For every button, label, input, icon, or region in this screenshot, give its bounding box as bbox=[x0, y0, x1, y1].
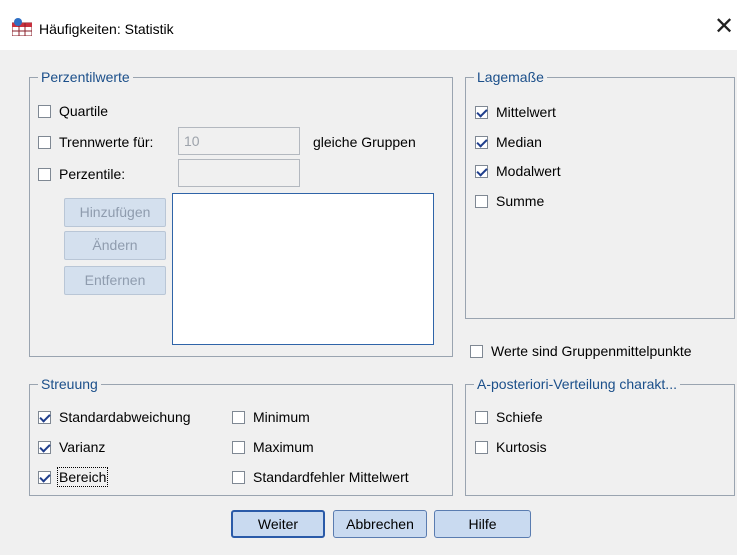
kurtosis-checkbox[interactable]: Kurtosis bbox=[475, 437, 547, 457]
modalwert-label: Modalwert bbox=[496, 163, 561, 179]
minimum-label: Minimum bbox=[253, 409, 310, 425]
maximum-checkbox[interactable]: Maximum bbox=[232, 437, 314, 457]
abbrechen-button[interactable]: Abbrechen bbox=[333, 510, 427, 538]
streuung-legend: Streuung bbox=[38, 376, 101, 392]
entfernen-button[interactable]: Entfernen bbox=[64, 266, 166, 295]
standardabweichung-checkbox-box[interactable] bbox=[38, 410, 51, 424]
weiter-button[interactable]: Weiter bbox=[231, 510, 325, 538]
summe-label: Summe bbox=[496, 193, 545, 209]
verteilung-legend: A-posteriori-Verteilung charakt... bbox=[474, 376, 680, 392]
schiefe-checkbox[interactable]: Schiefe bbox=[475, 407, 543, 427]
standardabweichung-label: Standardabweichung bbox=[59, 409, 191, 425]
varianz-checkbox[interactable]: Varianz bbox=[38, 437, 105, 457]
kurtosis-checkbox-box[interactable] bbox=[475, 440, 488, 454]
title-bar: Häufigkeiten: Statistik ✕ bbox=[0, 0, 737, 50]
standardfehler-label: Standardfehler Mittelwert bbox=[253, 469, 409, 485]
summe-checkbox[interactable]: Summe bbox=[475, 191, 544, 211]
perzentile-checkbox[interactable]: Perzentile: bbox=[38, 164, 125, 184]
schiefe-checkbox-box[interactable] bbox=[475, 410, 488, 424]
mittelwert-label: Mittelwert bbox=[496, 104, 556, 120]
standardfehler-checkbox-box[interactable] bbox=[232, 470, 245, 484]
kurtosis-label: Kurtosis bbox=[496, 439, 547, 455]
maximum-label: Maximum bbox=[253, 439, 314, 455]
hilfe-button[interactable]: Hilfe bbox=[434, 510, 531, 538]
trennwerte-label: Trennwerte für: bbox=[59, 134, 154, 150]
modalwert-checkbox[interactable]: Modalwert bbox=[475, 161, 561, 181]
schiefe-label: Schiefe bbox=[496, 409, 543, 425]
bereich-checkbox-box[interactable] bbox=[38, 470, 51, 484]
perzentile-checkbox-box[interactable] bbox=[38, 167, 51, 181]
trennwerte-checkbox[interactable]: Trennwerte für: bbox=[38, 132, 153, 152]
maximum-checkbox-box[interactable] bbox=[232, 440, 245, 454]
bereich-checkbox[interactable]: Bereich bbox=[38, 467, 109, 487]
dialog-body: Perzentilwerte Quartile Trennwerte für: … bbox=[0, 50, 737, 555]
aendern-button[interactable]: Ändern bbox=[64, 231, 166, 260]
median-checkbox-box[interactable] bbox=[475, 135, 488, 149]
median-checkbox[interactable]: Median bbox=[475, 132, 542, 152]
hinzufuegen-button[interactable]: Hinzufügen bbox=[64, 198, 166, 227]
minimum-checkbox[interactable]: Minimum bbox=[232, 407, 310, 427]
gruppenmittelpunkte-checkbox[interactable]: Werte sind Gruppenmittelpunkte bbox=[470, 341, 692, 361]
trennwerte-input[interactable]: 10 bbox=[178, 127, 300, 155]
varianz-label: Varianz bbox=[59, 439, 106, 455]
minimum-checkbox-box[interactable] bbox=[232, 410, 245, 424]
perzentile-label: Perzentile: bbox=[59, 166, 126, 182]
mittelwert-checkbox-box[interactable] bbox=[475, 105, 488, 119]
trennwerte-checkbox-box[interactable] bbox=[38, 135, 51, 149]
perzentile-input[interactable] bbox=[178, 159, 300, 187]
gruppenmittelpunkte-checkbox-box[interactable] bbox=[470, 344, 483, 358]
standardabweichung-checkbox[interactable]: Standardabweichung bbox=[38, 407, 191, 427]
varianz-checkbox-box[interactable] bbox=[38, 440, 51, 454]
gruppenmittelpunkte-label: Werte sind Gruppenmittelpunkte bbox=[491, 343, 692, 359]
standardfehler-checkbox[interactable]: Standardfehler Mittelwert bbox=[232, 467, 409, 487]
bereich-label: Bereich bbox=[56, 467, 109, 487]
modalwert-checkbox-box[interactable] bbox=[475, 164, 488, 178]
lagemasse-legend: Lagemaße bbox=[474, 69, 547, 85]
median-label: Median bbox=[496, 134, 542, 150]
quartile-label: Quartile bbox=[59, 103, 109, 119]
quartile-checkbox-box[interactable] bbox=[38, 104, 51, 118]
summe-checkbox-box[interactable] bbox=[475, 194, 488, 208]
spss-app-icon bbox=[12, 18, 32, 36]
window-title: Häufigkeiten: Statistik bbox=[39, 21, 174, 37]
perzentile-list[interactable] bbox=[172, 193, 434, 345]
gleiche-gruppen-label: gleiche Gruppen bbox=[313, 134, 416, 150]
quartile-checkbox[interactable]: Quartile bbox=[38, 101, 108, 121]
close-icon[interactable]: ✕ bbox=[712, 12, 736, 40]
mittelwert-checkbox[interactable]: Mittelwert bbox=[475, 102, 556, 122]
perzentilwerte-legend: Perzentilwerte bbox=[38, 69, 133, 85]
